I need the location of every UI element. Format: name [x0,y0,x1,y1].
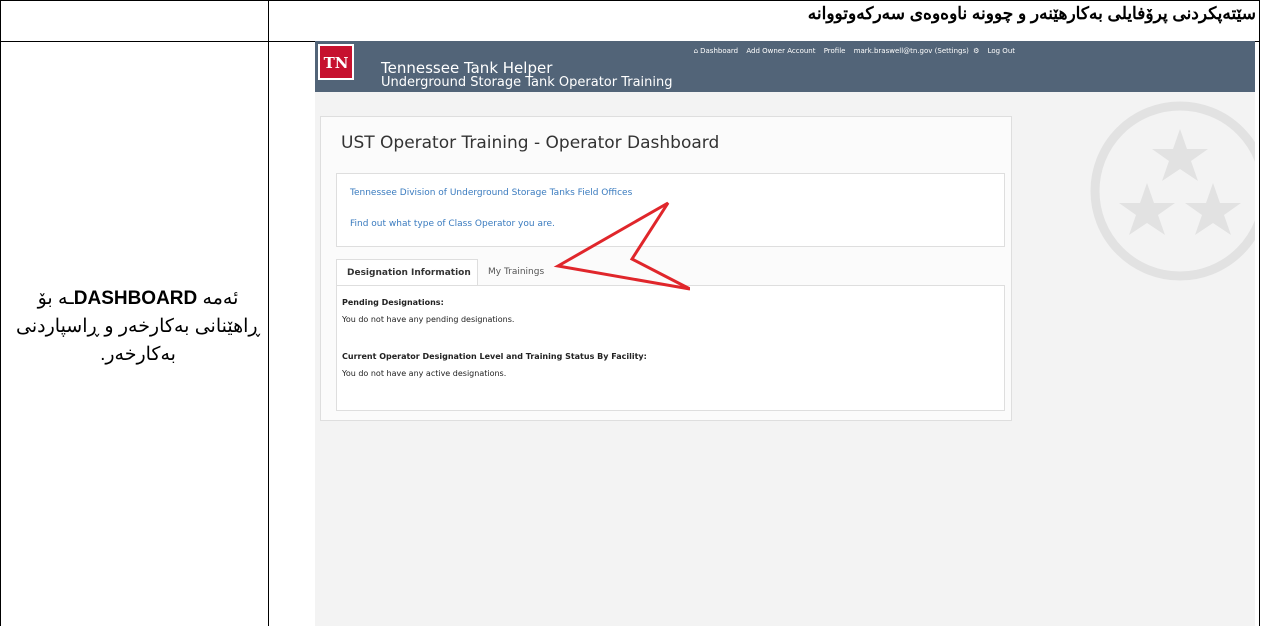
caption-prefix: ئەمە [202,288,239,309]
nav-add-owner[interactable]: Add Owner Account [746,47,815,55]
red-arrow-annotation [553,201,690,291]
nav-dashboard[interactable]: Dashboard [700,47,738,55]
caption-text: ئەمە DASHBOARDـە بۆ ڕاهێنانی بەکارخەر و … [8,285,268,369]
tennessee-seal-watermark [1090,101,1255,281]
home-icon: ⌂ [693,47,699,55]
document-heading: سێتەپکردنی پرۆفایلی بەکارهێنەر و چوونە ن… [807,4,1256,23]
pending-designations-text: You do not have any pending designations… [342,315,515,324]
nav-profile[interactable]: Profile [824,47,846,55]
table-column-divider [268,0,269,626]
table-border-top [0,0,1260,1]
nav-user-settings[interactable]: mark.braswell@tn.gov (Settings) [854,47,969,55]
top-nav-links: ⌂ Dashboard Add Owner Account Profile mar… [688,47,1015,55]
app-screenshot: TN Tennessee Tank Helper Underground Sto… [315,41,1255,626]
class-operator-link[interactable]: Find out what type of Class Operator you… [350,219,555,229]
caption-keyword: DASHBOARD [73,288,198,309]
pending-designations-heading: Pending Designations: [342,298,444,307]
document-table: سێتەپکردنی پرۆفایلی بەکارهێنەر و چوونە ن… [0,0,1261,626]
brand-subtitle: Underground Storage Tank Operator Traini… [381,75,673,90]
tn-logo[interactable]: TN [318,44,354,80]
page-title: UST Operator Training - Operator Dashboa… [341,133,720,153]
table-border-left [0,0,1,626]
gear-icon[interactable]: ⚙ [973,47,979,55]
current-designation-heading: Current Operator Designation Level and T… [342,352,647,361]
top-navbar: TN Tennessee Tank Helper Underground Sto… [315,41,1255,92]
designation-panel: Pending Designations: You do not have an… [336,285,1005,411]
table-border-right [1259,0,1260,626]
tab-designation-information[interactable]: Designation Information [336,259,478,285]
nav-logout[interactable]: Log Out [988,47,1015,55]
current-designation-text: You do not have any active designations. [342,369,507,378]
